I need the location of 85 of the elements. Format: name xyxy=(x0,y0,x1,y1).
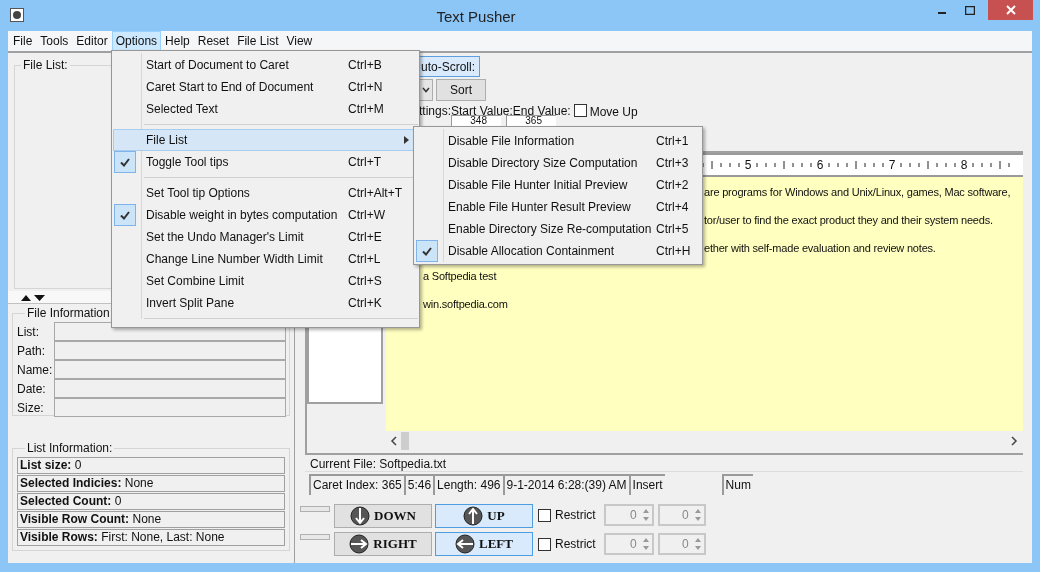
menu-item[interactable]: Disable File Information Ctrl+1 xyxy=(416,130,700,152)
group-title: List Information: xyxy=(26,440,114,457)
menu-item[interactable]: Invert Split Pane Ctrl+K xyxy=(113,292,418,314)
menu-item[interactable]: File List xyxy=(233,31,283,51)
info-row: Selected Indicies: None xyxy=(17,475,285,492)
menu-item[interactable]: Tools xyxy=(36,31,73,51)
menu-item[interactable]: Disable Directory Size Computation Ctrl+3 xyxy=(416,152,700,174)
arrow-circle-icon xyxy=(350,506,371,526)
direction-button[interactable]: DOWN xyxy=(334,504,432,528)
field-label: List: xyxy=(17,323,40,341)
field-label: Name: xyxy=(17,361,54,379)
ruler-label: 7 xyxy=(888,158,896,172)
move-up-checkbox[interactable] xyxy=(573,104,587,117)
direction-button[interactable]: LEFT xyxy=(435,532,533,556)
input-field[interactable] xyxy=(54,379,286,398)
window-title: Text Pusher xyxy=(435,7,517,27)
menu-item[interactable]: Selected Text Ctrl+M xyxy=(113,98,418,120)
editor-line: ether with self-made evaluation and review notes. xyxy=(704,241,937,256)
editor-line: tor/user to find the exact product they and their system needs. xyxy=(704,213,994,228)
ruler-label: 8 xyxy=(960,158,968,172)
current-file-label: Current File: Softpedia.txt xyxy=(305,455,1023,472)
arrow-circle-icon xyxy=(349,534,370,554)
field-label: Path: xyxy=(17,342,47,360)
status-segment: Insert xyxy=(628,474,665,495)
handle-bar[interactable] xyxy=(300,506,330,512)
input-field[interactable] xyxy=(54,360,286,379)
app-icon xyxy=(10,8,24,22)
field-label: Date: xyxy=(17,380,47,398)
menu-item[interactable]: Start of Document to Caret Ctrl+B xyxy=(113,54,418,76)
field-label: Size: xyxy=(17,399,45,417)
arrow-circle-icon xyxy=(463,506,484,526)
menu-item[interactable]: Caret Start to End of Document Ctrl+N xyxy=(113,76,418,98)
group-title: File List: xyxy=(22,57,69,74)
menu-item[interactable]: Enable Directory Size Re-computation Ctrl+5 xyxy=(416,218,700,240)
menu-item[interactable]: Options xyxy=(111,31,162,51)
minimize-icon xyxy=(938,12,946,14)
handle-bar[interactable] xyxy=(300,534,330,540)
menu-item[interactable]: Disable File Hunter Initial Preview Ctrl+2 xyxy=(416,174,700,196)
menu-item[interactable]: Disable Allocation Containment Ctrl+H xyxy=(416,240,700,262)
status-segment: Caret Index: 365 xyxy=(309,474,404,495)
info-row: Visible Row Count: None xyxy=(17,511,285,528)
status-segment: Length: 496 xyxy=(433,474,503,495)
menu-item[interactable]: Enable File Hunter Result Preview Ctrl+4 xyxy=(416,196,700,218)
close-button[interactable] xyxy=(988,0,1033,20)
input-field[interactable] xyxy=(54,341,286,360)
menu-item[interactable]: Set Combine Limit Ctrl+S xyxy=(113,270,418,292)
chevron-down-icon xyxy=(422,87,430,93)
menu-item[interactable]: Editor xyxy=(72,31,112,51)
checkbox-label: Restrict xyxy=(555,507,596,524)
editor-line: a Softpedia test xyxy=(423,269,498,284)
info-row: List size: 0 xyxy=(17,457,285,474)
menu-item[interactable]: File xyxy=(9,31,37,51)
scroll-thumb[interactable] xyxy=(401,432,409,450)
menu-item[interactable]: Reset xyxy=(193,31,234,51)
info-row: Selected Count: 0 xyxy=(17,493,285,510)
scroll-right-icon[interactable] xyxy=(1009,436,1019,446)
end-value-field[interactable]: 365 xyxy=(506,115,556,126)
maximize-icon xyxy=(965,5,975,15)
status-segment: 5:46 xyxy=(403,474,434,495)
sort-button[interactable]: Sort xyxy=(436,79,486,101)
settings-label: ttings: xyxy=(419,103,451,120)
input-field[interactable] xyxy=(54,398,286,417)
checkbox-label: Restrict xyxy=(555,536,596,553)
start-value-field[interactable]: 348 xyxy=(451,115,501,126)
direction-button[interactable]: RIGHT xyxy=(334,532,432,556)
arrow-circle-icon xyxy=(455,534,475,554)
restrict-checkbox[interactable] xyxy=(538,508,551,522)
status-segment: Num xyxy=(721,474,753,495)
status-segment: 9-1-2014 6:28:(39) AM xyxy=(502,474,629,495)
expand-collapse-icon[interactable] xyxy=(20,292,46,302)
auto-scroll-button[interactable]: uto-Scroll: xyxy=(419,56,480,77)
submenu-arrow-icon xyxy=(404,136,409,144)
menu-item[interactable]: View xyxy=(282,31,317,51)
ruler-label: 5 xyxy=(744,158,752,172)
scroll-left-icon[interactable] xyxy=(389,436,399,446)
info-row: Visible Rows: First: None, Last: None xyxy=(17,529,285,546)
editor-line: are programs for Windows and Unix/Linux, games, Mac software, xyxy=(704,185,1012,200)
ruler-label: 6 xyxy=(816,158,824,172)
restrict-checkbox[interactable] xyxy=(538,537,551,551)
menu-item[interactable]: Help xyxy=(161,31,194,51)
close-icon xyxy=(1005,5,1016,15)
direction-button[interactable]: UP xyxy=(435,504,533,528)
editor-line: win.softpedia.com xyxy=(423,297,509,312)
checkbox-label: Move Up xyxy=(589,104,638,121)
group-title: File Information xyxy=(26,305,111,322)
